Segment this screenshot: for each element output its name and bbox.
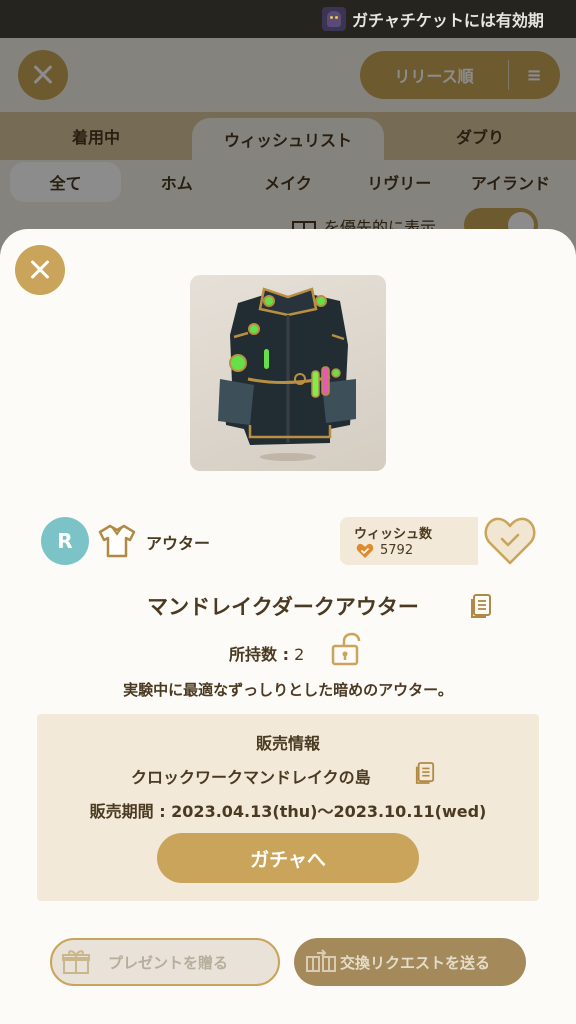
heart-badge-icon: [356, 543, 374, 558]
wishlist-label: ウィッシュ数: [354, 527, 433, 542]
ticker-text: ガチャチケットには有効期: [352, 11, 544, 30]
owned-count: 所持数 : 2: [229, 641, 304, 665]
trade-gift-icon: [306, 949, 336, 972]
item-detail-sheet: R アウター ウィッシュ数 5792 マンドレイクダークアウター 所持数 : 2: [0, 229, 576, 1024]
trade-request-label: 交換リクエストを送る: [340, 953, 491, 972]
owned-value: 2: [294, 645, 305, 664]
wishlist-count-box: ウィッシュ数 5792: [340, 517, 478, 565]
copy-icon[interactable]: [415, 761, 435, 785]
sale-info-title: 販売情報: [255, 734, 320, 753]
item-description: 実験中に最適なずっしりとした暗めのアウター。: [123, 681, 453, 699]
gift-icon: [62, 950, 90, 974]
rarity-badge: R: [41, 517, 89, 565]
jacket-illustration: [218, 287, 356, 461]
shirt-icon: [98, 524, 136, 558]
sale-info-panel: 販売情報 クロックワークマンドレイクの島 販売期間 : 2023.04.13(t…: [37, 714, 539, 901]
go-to-gacha-button[interactable]: ガチャへ: [157, 833, 419, 883]
sale-island-name: クロックワークマンドレイクの島: [131, 768, 371, 787]
copy-icon[interactable]: [470, 593, 492, 619]
send-present-button[interactable]: プレゼントを贈る: [50, 938, 280, 986]
sale-period: 販売期間 : 2023.04.13(thu)〜2023.10.11(wed): [89, 802, 487, 821]
character-icon: [322, 7, 346, 31]
item-type-label: アウター: [146, 534, 211, 553]
item-image: [190, 275, 386, 471]
unlock-icon[interactable]: [330, 632, 362, 666]
owned-label: 所持数 :: [229, 645, 289, 664]
send-present-label: プレゼントを贈る: [108, 953, 229, 972]
wishlist-count: 5792: [380, 543, 414, 558]
close-button[interactable]: [15, 245, 65, 295]
announcement-ticker: ガチャチケットには有効期: [0, 0, 576, 38]
wishlist-heart-button[interactable]: [482, 515, 538, 567]
trade-request-button[interactable]: 交換リクエストを送る: [294, 938, 526, 986]
